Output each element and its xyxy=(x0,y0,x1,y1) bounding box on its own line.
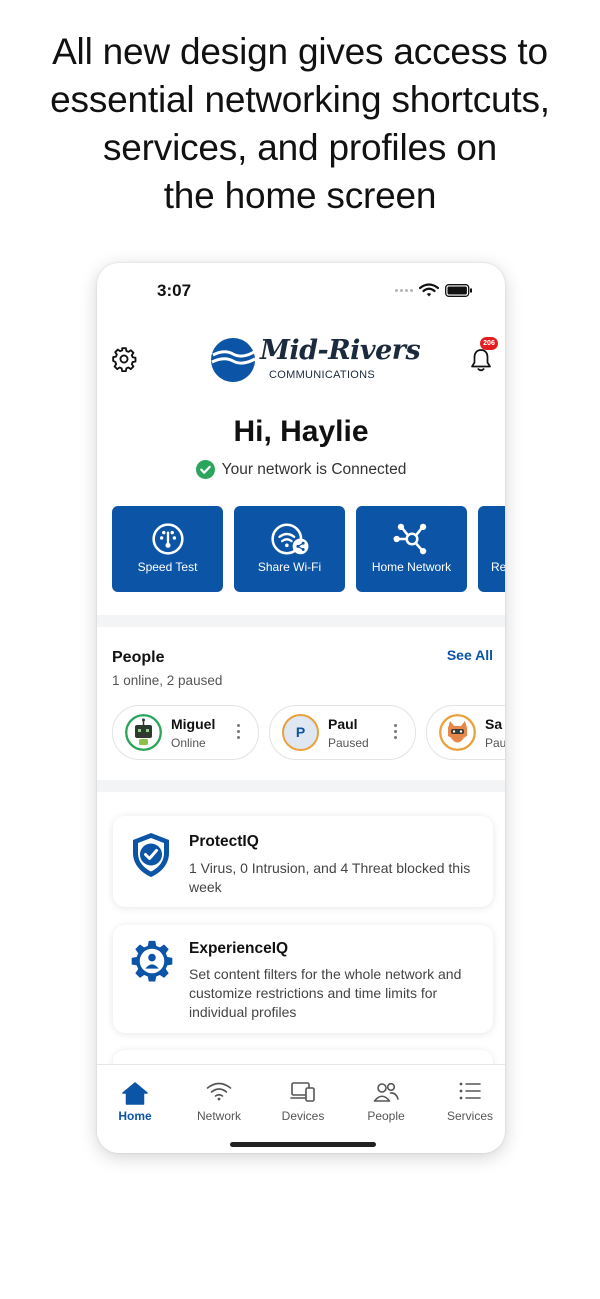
devices-icon xyxy=(290,1082,315,1102)
phone-screen: 3:07 Mid-Rivers COMMUNICATIONS 206 Hi, H… xyxy=(97,263,505,1153)
service-description: 1 Virus, 0 Intrusion, and 4 Threat block… xyxy=(189,860,471,895)
list-icon xyxy=(459,1082,481,1100)
promo-headline: All new design gives access to essential… xyxy=(0,28,600,220)
network-status-text: Your network is Connected xyxy=(221,460,407,478)
service-description: Set content filters for the whole networ… xyxy=(189,966,462,1020)
people-summary: 1 online, 2 paused xyxy=(112,673,223,688)
share-wifi-icon xyxy=(270,523,308,555)
headline-line: All new design gives access to xyxy=(52,31,548,72)
wifi-icon xyxy=(419,283,439,297)
bell-icon[interactable] xyxy=(469,347,493,373)
tile-label: Re xyxy=(491,560,505,574)
shield-check-icon xyxy=(133,833,169,877)
partial-shortcut-button[interactable]: Re xyxy=(478,506,505,592)
network-hub-icon xyxy=(393,523,426,555)
gear-person-icon xyxy=(131,940,173,982)
protectiq-card[interactable]: ProtectIQ 1 Virus, 0 Intrusion, and 4 Th… xyxy=(113,816,493,907)
tab-label: People xyxy=(367,1109,405,1123)
tab-label: Home xyxy=(118,1109,152,1123)
experienceiq-card[interactable]: ExperienceIQ Set content filters for the… xyxy=(113,925,493,1033)
notification-badge: 206 xyxy=(480,337,498,350)
people-icon xyxy=(373,1082,399,1102)
home-network-button[interactable]: Home Network xyxy=(356,506,467,592)
tile-label: Speed Test xyxy=(137,560,198,574)
greeting-title: Hi, Haylie xyxy=(233,415,369,448)
gear-icon[interactable] xyxy=(111,346,137,372)
logo-subtext: COMMUNICATIONS xyxy=(269,369,376,381)
battery-icon xyxy=(445,283,472,297)
section-divider xyxy=(97,615,505,627)
share-wifi-button[interactable]: Share Wi-Fi xyxy=(234,506,345,592)
service-title: ProtectIQ xyxy=(189,833,259,850)
logo-wave-icon xyxy=(211,338,256,382)
more-options-icon[interactable] xyxy=(237,724,240,742)
shortcut-tiles: Speed Test Share Wi-Fi Home Network Re xyxy=(112,506,505,592)
check-circle-icon xyxy=(195,460,215,479)
tab-label: Services xyxy=(446,1109,493,1123)
profile-chip[interactable]: Miguel Online xyxy=(112,705,259,760)
profile-status: Paused xyxy=(328,736,369,750)
tab-devices[interactable]: Devices xyxy=(262,1065,344,1125)
mid-rivers-logo: Mid-Rivers COMMUNICATIONS xyxy=(210,335,421,385)
headline-line: services, and profiles on xyxy=(103,127,497,168)
robot-avatar-icon xyxy=(125,714,162,751)
status-icons xyxy=(395,283,473,297)
status-time: 3:07 xyxy=(157,281,192,300)
tab-services[interactable]: Services xyxy=(429,1065,505,1125)
people-title: People xyxy=(112,649,165,666)
section-divider xyxy=(97,780,505,792)
network-status: Your network is Connected xyxy=(97,460,505,479)
tab-label: Devices xyxy=(281,1109,325,1123)
profile-chip[interactable]: Sa Pau xyxy=(426,705,505,760)
speed-test-button[interactable]: Speed Test xyxy=(112,506,223,592)
home-indicator xyxy=(230,1142,376,1147)
people-chips: Miguel Online P Paul Paused Sa Pau xyxy=(112,705,505,760)
signal-dots-icon xyxy=(395,288,413,292)
cat-avatar-icon xyxy=(439,714,476,751)
profile-name: Paul xyxy=(328,716,358,732)
profile-name: Sa xyxy=(485,716,503,732)
headline-line: essential networking shortcuts, xyxy=(50,79,550,120)
home-icon xyxy=(122,1082,148,1105)
bottom-tab-bar: Home Network Devices People Services xyxy=(97,1064,505,1153)
see-all-link[interactable]: See All xyxy=(447,647,493,663)
more-options-icon[interactable] xyxy=(394,724,397,742)
profile-name: Miguel xyxy=(171,716,216,732)
profile-chip[interactable]: P Paul Paused xyxy=(269,705,416,760)
initial-avatar: P xyxy=(282,714,319,751)
profile-status: Online xyxy=(171,736,206,750)
speedometer-icon xyxy=(151,523,184,555)
tab-network[interactable]: Network xyxy=(178,1065,260,1125)
tab-home[interactable]: Home xyxy=(97,1065,176,1125)
tab-people[interactable]: People xyxy=(345,1065,427,1125)
tile-label: Share Wi-Fi xyxy=(257,560,322,574)
service-title: ExperienceIQ xyxy=(189,940,289,957)
wifi-icon xyxy=(206,1082,232,1101)
tile-label: Home Network xyxy=(371,560,452,574)
headline-line: the home screen xyxy=(163,175,437,216)
tab-label: Network xyxy=(196,1109,241,1123)
profile-status: Pau xyxy=(485,736,505,750)
logo-text: Mid-Rivers xyxy=(260,335,421,366)
